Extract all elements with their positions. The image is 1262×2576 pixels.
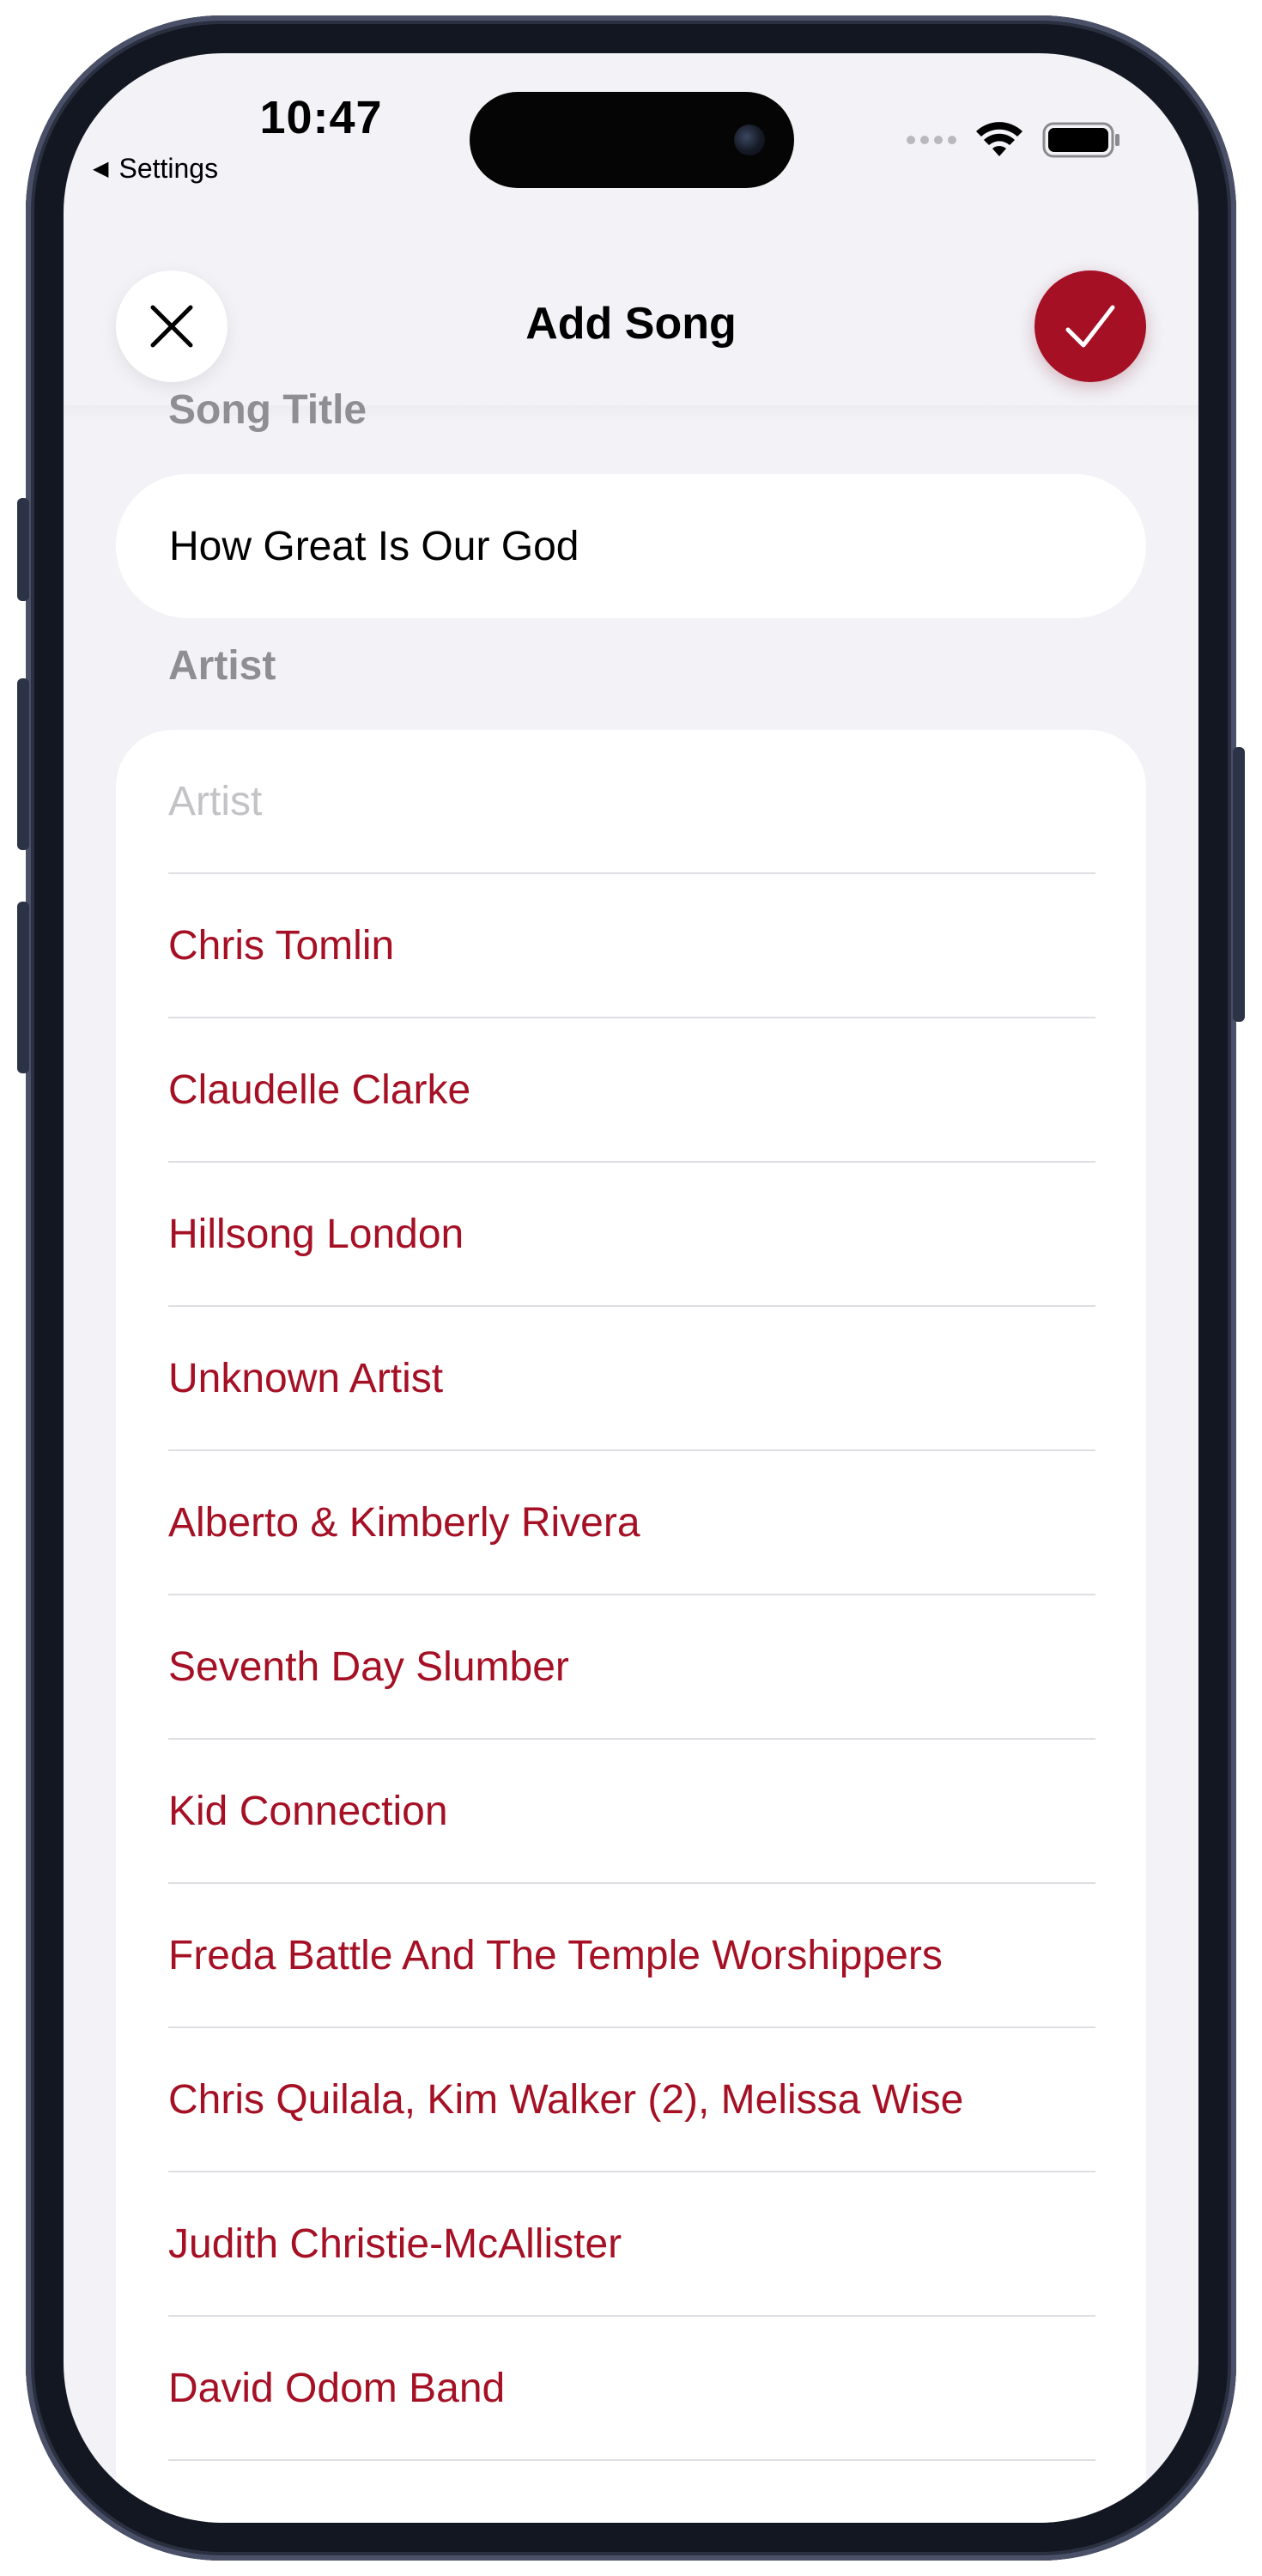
artist-suggestion-item[interactable]: Seventh Day Slumber: [168, 1595, 1095, 1740]
song-title-input[interactable]: How Great Is Our God: [116, 474, 1146, 618]
artist-label: Artist: [168, 643, 276, 689]
artist-suggestion-item[interactable]: Chris Quilala, Kim Walker (2), Melissa W…: [168, 2028, 1095, 2172]
volume-up-button: [17, 678, 29, 850]
status-time: 10:47: [259, 92, 383, 143]
artist-suggestion-item[interactable]: Claudelle Clarke: [168, 1018, 1095, 1163]
volume-down-button: [17, 902, 29, 1073]
artist-suggestion-item[interactable]: Kid Connection: [168, 1740, 1095, 1884]
power-button: [1233, 747, 1245, 1022]
artist-suggestion-item[interactable]: Judith Christie-McAllister: [168, 2172, 1095, 2317]
song-title-label: Song Title: [168, 387, 367, 433]
artist-suggestion-item[interactable]: Chris Tomlin: [168, 874, 1095, 1018]
artist-suggestion-item[interactable]: Hillsong London: [168, 1163, 1095, 1307]
back-to-settings-link[interactable]: ◀ Settings: [93, 153, 218, 185]
wifi-icon: [976, 122, 1022, 156]
camera-icon: [734, 125, 765, 155]
done-button[interactable]: [1034, 270, 1146, 382]
page-title: Add Song: [525, 299, 737, 349]
status-indicators: [907, 122, 1121, 158]
triangle-left-icon: ◀: [93, 157, 109, 180]
back-label: Settings: [118, 153, 219, 184]
navigation-bar: Add Song: [64, 212, 1198, 410]
artist-suggestion-item[interactable]: Unknown Artist: [168, 1307, 1095, 1451]
action-button: [17, 498, 29, 601]
artist-suggestion-item[interactable]: Alberto & Kimberly Rivera: [168, 1451, 1095, 1595]
signal-dots-icon: [907, 136, 956, 144]
battery-icon: [1042, 122, 1119, 158]
dynamic-island: [470, 92, 794, 188]
artist-suggestion-item[interactable]: Freda Battle And The Temple Worshippers: [168, 1884, 1095, 2028]
artist-suggestion-item[interactable]: David Odom Band: [168, 2317, 1095, 2461]
checkmark-icon: [1065, 305, 1115, 348]
artist-input[interactable]: Artist: [168, 730, 1095, 874]
artist-card: Artist Chris Tomlin Claudelle Clarke Hills…: [116, 730, 1146, 2523]
screen: 10:47 ◀ Settings Add Song Song Title How…: [64, 53, 1198, 2523]
artist-suggestion-list: Chris Tomlin Claudelle Clarke Hillsong Lon…: [168, 874, 1095, 2461]
